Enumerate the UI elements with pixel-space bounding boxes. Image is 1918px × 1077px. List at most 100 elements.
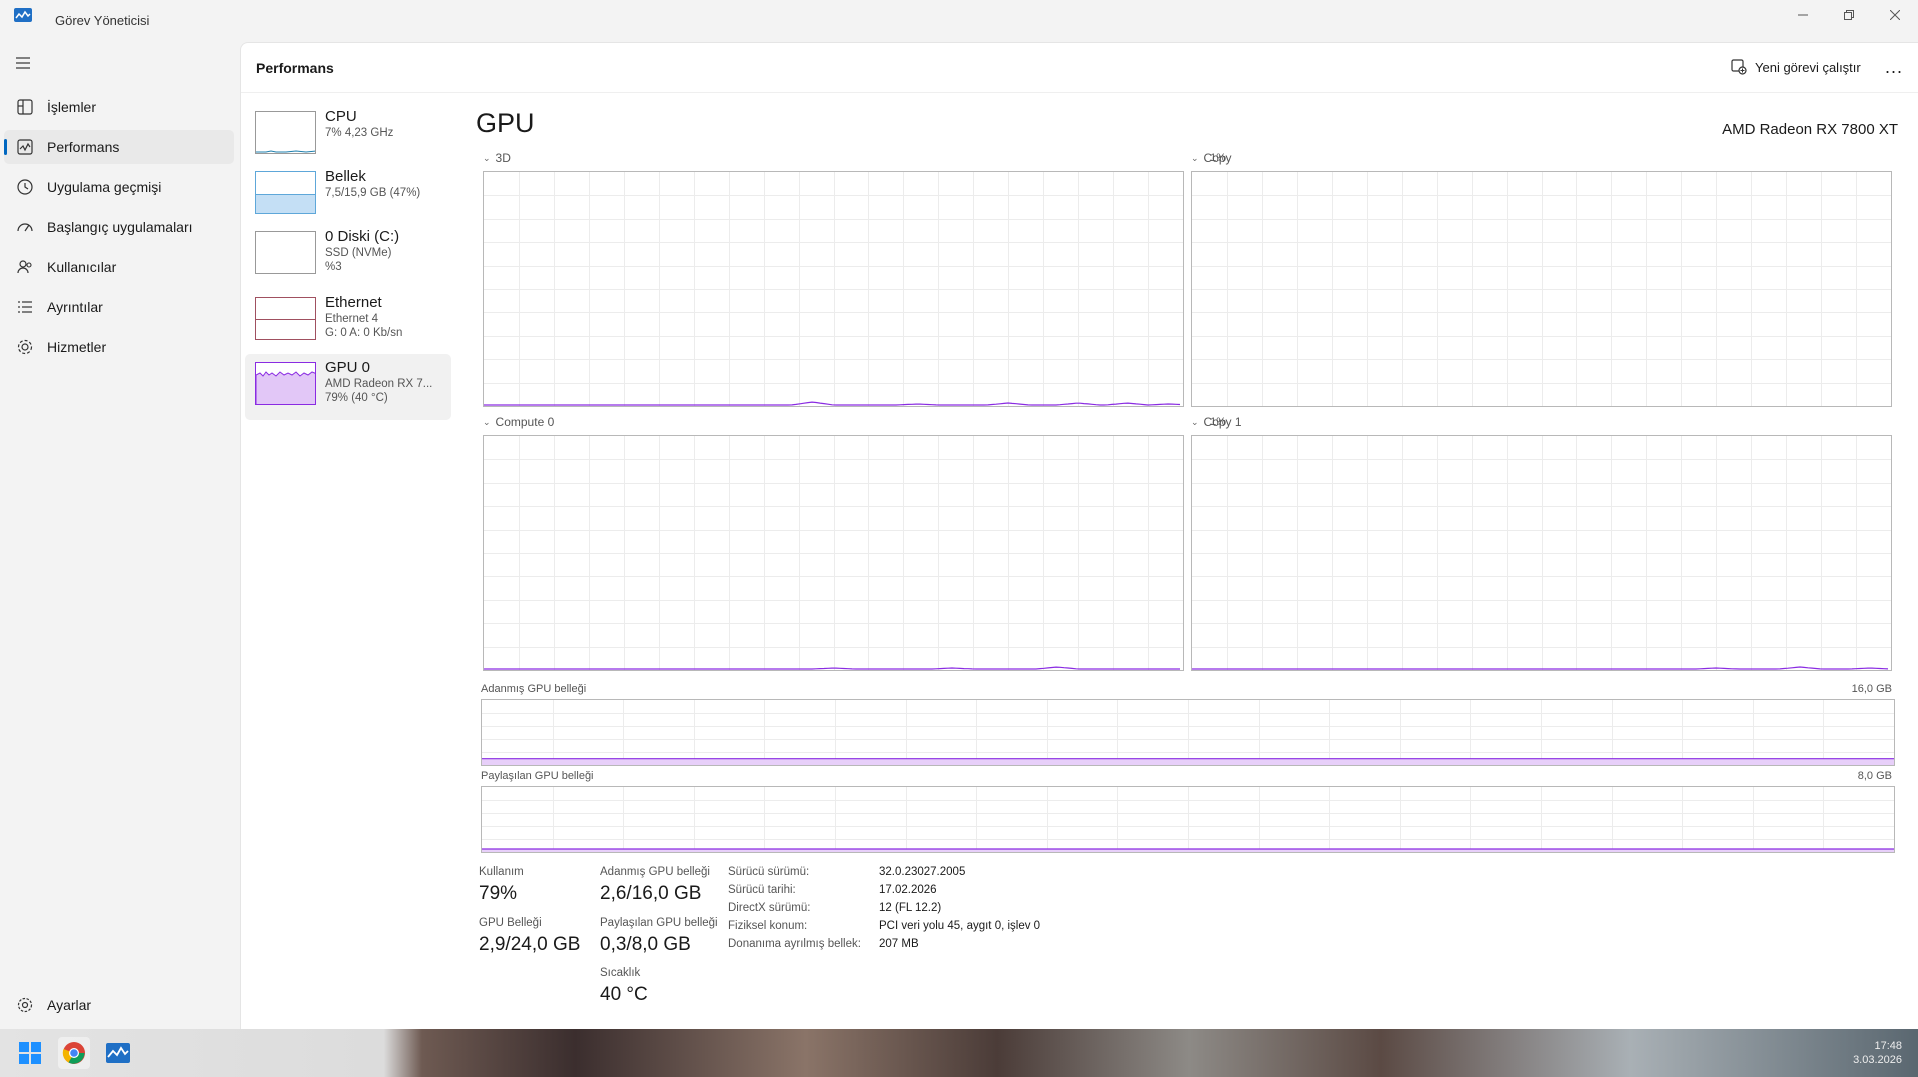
nav-item-performance[interactable]: Performans	[4, 130, 234, 164]
graph-3d	[483, 171, 1184, 407]
device-disk[interactable]: 0 Diski (C:) SSD (NVMe) %3	[245, 228, 451, 292]
engine-label: Copy	[1203, 151, 1232, 165]
cpu-thumbnail-graph	[255, 111, 316, 154]
active-indicator	[4, 139, 7, 155]
device-name: 0 Diski (C:)	[325, 228, 400, 245]
minimize-button[interactable]	[1780, 0, 1826, 30]
device-gpu[interactable]: GPU 0 AMD Radeon RX 7... 79% (40 °C)	[245, 354, 451, 420]
chevron-down-icon: ⌄	[1191, 416, 1199, 427]
chevron-down-icon: ⌄	[1191, 152, 1199, 163]
driver-version-label: Sürücü sürümü:	[728, 866, 810, 878]
task-manager-icon	[106, 1043, 130, 1063]
engine-label: 3D	[495, 151, 511, 165]
task-manager-app-icon	[14, 8, 32, 22]
nav-label: İşlemler	[47, 99, 97, 115]
start-button[interactable]	[14, 1037, 46, 1069]
nav-item-processes[interactable]: İşlemler	[4, 90, 234, 124]
performance-page: Performans Yeni görevi çalıştır ... CPU …	[240, 42, 1918, 1029]
graph-compute-0-plot	[484, 436, 1183, 670]
device-detail-secondary: G: 0 A: 0 Kb/sn	[325, 327, 403, 339]
nav-label: Ayrıntılar	[47, 299, 103, 315]
gpu-model-name: AMD Radeon RX 7800 XT	[1722, 121, 1898, 138]
nav-label: Kullanıcılar	[47, 259, 117, 275]
nav-label: Uygulama geçmişi	[47, 179, 162, 195]
shared-memory-stat-value: 0,3/8,0 GB	[600, 934, 691, 955]
hardware-reserved-memory-label: Donanıma ayrılmış bellek:	[728, 938, 861, 950]
ethernet-baseline	[256, 319, 315, 320]
ethernet-thumbnail-graph	[255, 297, 316, 340]
engine-selector-copy-1[interactable]: ⌄ Copy 1	[1191, 415, 1242, 429]
driver-date-value: 17.02.2026	[879, 884, 937, 896]
device-detail-secondary: 79% (40 °C)	[325, 392, 388, 404]
users-icon	[17, 260, 32, 274]
device-name: CPU	[325, 108, 357, 125]
close-button[interactable]	[1872, 0, 1918, 30]
graph-copy-1	[1191, 435, 1892, 671]
nav-item-users[interactable]: Kullanıcılar	[4, 250, 234, 284]
dedicated-memory-max: 16,0 GB	[1851, 683, 1892, 695]
dedicated-memory-plot	[482, 700, 1894, 765]
dedicated-memory-label: Adanmış GPU belleği	[481, 683, 587, 695]
shared-memory-plot	[482, 787, 1894, 852]
system-clock[interactable]: 17:48 3.03.2026	[1853, 1039, 1902, 1067]
nav-item-startup-apps[interactable]: Başlangıç uygulamaları	[4, 210, 234, 244]
nav-label: Performans	[47, 139, 120, 155]
device-detail-secondary: %3	[325, 261, 342, 273]
dedicated-memory-graph	[481, 699, 1895, 766]
nav-item-settings[interactable]: Ayarlar	[4, 988, 234, 1022]
device-detail: AMD Radeon RX 7...	[325, 378, 433, 390]
run-new-task-button[interactable]: Yeni görevi çalıştır	[1731, 52, 1861, 82]
nav-item-details[interactable]: Ayrıntılar	[4, 290, 234, 324]
app-history-icon	[17, 179, 33, 195]
usage-trace	[484, 401, 1181, 406]
clock-time: 17:48	[1874, 1040, 1902, 1052]
nav-label: Başlangıç uygulamaları	[47, 219, 193, 235]
memory-fill	[256, 193, 315, 213]
graph-copy	[1191, 171, 1892, 407]
engine-selector-compute-0[interactable]: ⌄ Compute 0	[483, 415, 554, 429]
usage-label: Kullanım	[479, 866, 524, 878]
shared-memory-stat-label: Paylaşılan GPU belleği	[600, 917, 718, 929]
taskbar-task-manager[interactable]	[102, 1037, 134, 1069]
taskbar-chrome[interactable]	[58, 1037, 90, 1069]
hamburger-menu-icon[interactable]	[14, 56, 32, 70]
nav-item-services[interactable]: Hizmetler	[4, 330, 234, 364]
cpu-sparkline	[256, 150, 315, 153]
device-ethernet[interactable]: Ethernet Ethernet 4 G: 0 A: 0 Kb/sn	[245, 294, 451, 358]
dedicated-memory-stat-label: Adanmış GPU belleği	[600, 866, 710, 878]
startup-icon	[17, 223, 33, 232]
graph-copy-1-plot	[1192, 436, 1891, 670]
gpu-sparkline	[256, 371, 315, 404]
chevron-down-icon: ⌄	[483, 416, 491, 427]
graph-compute-0	[483, 435, 1184, 671]
gpu-thumbnail-graph	[255, 362, 316, 405]
restore-button[interactable]	[1826, 0, 1872, 30]
clock-date: 3.03.2026	[1853, 1054, 1902, 1066]
shared-memory-label: Paylaşılan GPU belleği	[481, 770, 594, 782]
engine-selector-3d[interactable]: ⌄ 3D	[483, 151, 511, 165]
restore-icon	[1844, 10, 1854, 20]
title-bar: Görev Yöneticisi	[0, 0, 1918, 42]
shared-memory-graph	[481, 786, 1895, 853]
nav-label: Ayarlar	[47, 997, 92, 1013]
usage-value: 79%	[479, 883, 518, 904]
device-cpu[interactable]: CPU 7% 4,23 GHz	[245, 108, 451, 172]
usage-trace	[484, 666, 1180, 670]
physical-location-label: Fiziksel konum:	[728, 920, 808, 932]
more-options-button[interactable]: ...	[1879, 52, 1909, 82]
graph-3d-plot	[484, 172, 1183, 406]
engine-label: Compute 0	[495, 415, 555, 429]
engine-selector-copy[interactable]: ⌄ Copy	[1191, 151, 1232, 165]
engine-percent: 0%	[1894, 152, 1918, 164]
page-title: Performans	[256, 60, 334, 76]
engine-percent: 0%	[1894, 416, 1918, 428]
services-icon	[17, 339, 33, 355]
navigation-pane: İşlemler Performans Uygulama geçmişi Baş…	[0, 42, 240, 1029]
physical-location-value: PCI veri yolu 45, aygıt 0, işlev 0	[879, 920, 1041, 932]
device-detail: 7% 4,23 GHz	[325, 127, 394, 139]
engine-label: Copy 1	[1203, 415, 1242, 429]
details-icon	[18, 301, 32, 313]
device-memory[interactable]: Bellek 7,5/15,9 GB (47%)	[245, 168, 451, 232]
nav-item-app-history[interactable]: Uygulama geçmişi	[4, 170, 234, 204]
performance-icon	[17, 139, 33, 155]
